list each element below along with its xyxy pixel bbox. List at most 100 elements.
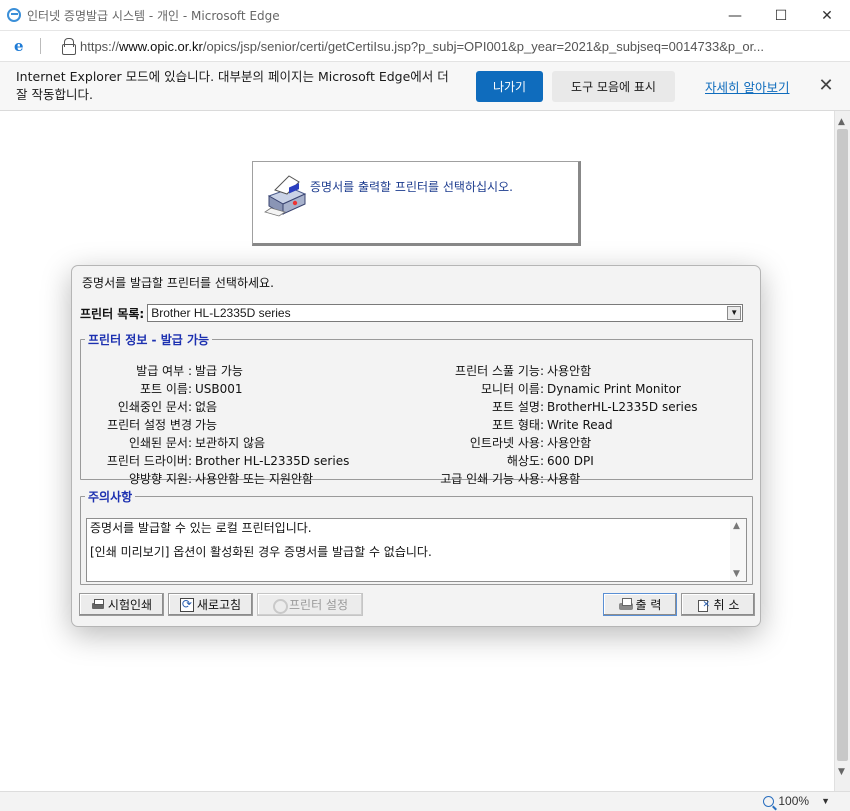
- lock-icon[interactable]: [61, 38, 76, 55]
- page-scrollbar[interactable]: ▲ ▼: [834, 111, 850, 791]
- ie-mode-icon[interactable]: e: [14, 38, 30, 54]
- info-key: 포트 설명:: [491, 400, 544, 414]
- cancel-icon: [697, 598, 711, 612]
- caution-line: 증명서를 발급할 수 있는 로컬 프린터입니다.: [90, 521, 312, 535]
- info-row: 인쇄중인 문서: 없음: [83, 398, 349, 416]
- info-row: 발급 여부 : 발급 가능: [83, 362, 349, 380]
- infobar-message: Internet Explorer 모드에 있습니다. 대부분의 페이지는 Mi…: [16, 69, 449, 102]
- test-print-label: 시험인쇄: [107, 598, 153, 612]
- maximize-button[interactable]: ☐: [758, 0, 804, 31]
- notice-text: 증명서를 출력할 프린터를 선택하십시오.: [310, 180, 513, 194]
- printer-select-notice: 증명서를 출력할 프린터를 선택하십시오.: [252, 161, 581, 246]
- info-row: 인쇄된 문서: 보관하지 않음: [83, 434, 349, 452]
- info-value: 가능: [195, 418, 218, 432]
- printer-icon: [264, 175, 307, 217]
- info-value: 발급 가능: [195, 364, 243, 378]
- info-row: 프린터 설정 변경 가능: [83, 416, 349, 434]
- info-key: 고급 인쇄 기능 사용:: [440, 472, 544, 486]
- printer-select-dialog: 증명서를 발급할 프린터를 선택하세요. 프린터 목록: Brother HL-…: [71, 265, 761, 627]
- scroll-up-icon[interactable]: ▲: [733, 521, 740, 531]
- zoom-control[interactable]: 100% ▼: [763, 794, 830, 808]
- info-key: 포트 이름:: [139, 382, 192, 396]
- test-print-button[interactable]: 시험인쇄: [79, 593, 164, 616]
- info-value: Dynamic Print Monitor: [547, 382, 681, 396]
- refresh-icon: [179, 597, 194, 612]
- printer-info-legend: 프린터 정보 - 발급 가능: [88, 333, 210, 347]
- minimize-button[interactable]: —: [712, 0, 758, 31]
- printer-list-label: 프린터 목록:: [80, 306, 145, 321]
- caution-group: 주의사항 증명서를 발급할 수 있는 로컬 프린터입니다. [인쇄 미리보기] …: [80, 488, 753, 585]
- output-button[interactable]: 출 력: [603, 593, 677, 616]
- info-value: 없음: [195, 400, 218, 414]
- info-value: 사용안함: [547, 364, 592, 378]
- refresh-button[interactable]: 새로고침: [168, 593, 253, 616]
- info-key: 프린터 설정 변경: [107, 418, 192, 432]
- leave-ie-mode-button[interactable]: 나가기: [476, 71, 543, 102]
- info-key: 포트 형태:: [491, 418, 544, 432]
- caution-legend: 주의사항: [88, 490, 133, 504]
- settings-icon: [272, 598, 288, 614]
- info-row: 양방향 지원: 사용안함 또는 지원안함: [83, 470, 349, 488]
- info-key: 인쇄된 문서:: [128, 436, 192, 450]
- url-scheme: https://: [80, 38, 120, 54]
- info-key: 발급 여부 :: [136, 364, 192, 378]
- zoom-icon: [763, 795, 775, 807]
- printer-select-dropdown[interactable]: Brother HL-L2335D series ▼: [147, 304, 744, 322]
- info-row: 포트 설명: BrotherHL-L2335D series: [421, 398, 698, 416]
- url-host: www.opic.or.kr: [119, 38, 203, 54]
- info-row: 포트 이름: USB001: [83, 380, 349, 398]
- printer-setup-button[interactable]: 프린터 설정: [257, 593, 363, 616]
- info-row: 프린터 스풀 기능: 사용안함: [421, 362, 698, 380]
- status-bar: 100% ▼: [0, 791, 850, 811]
- info-value: Brother HL-L2335D series: [195, 454, 350, 468]
- window-title: 인터넷 증명발급 시스템 - 개인 - Microsoft Edge: [27, 8, 280, 23]
- info-row: 고급 인쇄 기능 사용: 사용함: [421, 470, 698, 488]
- info-value: 사용함: [547, 472, 581, 486]
- printer-list-row: 프린터 목록: Brother HL-L2335D series ▼: [80, 304, 744, 322]
- scrollbar-thumb[interactable]: [837, 129, 848, 761]
- ie-mode-infobar: Internet Explorer 모드에 있습니다. 대부분의 페이지는 Mi…: [0, 61, 850, 111]
- info-value: Write Read: [547, 418, 613, 432]
- info-value: 600 DPI: [547, 454, 594, 468]
- info-value: USB001: [195, 382, 243, 396]
- info-key: 프린터 드라이버:: [106, 454, 192, 468]
- caution-textarea[interactable]: 증명서를 발급할 수 있는 로컬 프린터입니다. [인쇄 미리보기] 옵션이 활…: [86, 518, 747, 582]
- chevron-down-icon[interactable]: ▼: [821, 796, 830, 806]
- printer-info-group: 프린터 정보 - 발급 가능 발급 여부 : 발급 가능 포트 이름: USB001…: [80, 331, 753, 486]
- info-key: 인트라넷 사용:: [469, 436, 544, 450]
- caution-line: [인쇄 미리보기] 옵션이 활성화된 경우 증명서를 발급할 수 없습니다.: [90, 545, 432, 559]
- printer-setup-label: 프린터 설정: [288, 598, 348, 612]
- url-path: /opics/jsp/senior/certi/getCertiIsu.jsp?…: [202, 38, 765, 54]
- learn-more-link[interactable]: 자세히 알아보기: [705, 77, 789, 96]
- printer-small-icon: [91, 598, 105, 612]
- url-text[interactable]: https://www.opic.or.kr/opics/jsp/senior/…: [80, 39, 820, 54]
- show-in-toolbar-button[interactable]: 도구 모음에 표시: [552, 71, 675, 102]
- refresh-label: 새로고침: [196, 598, 242, 612]
- info-row: 모니터 이름: Dynamic Print Monitor: [421, 380, 698, 398]
- output-printer-icon: [618, 597, 633, 612]
- page-content: 증명서를 출력할 프린터를 선택하십시오. 증명서를 발급할 프린터를 선택하세…: [0, 111, 834, 791]
- caution-scrollbar[interactable]: ▲ ▼: [730, 519, 746, 581]
- info-key: 양방향 지원:: [128, 472, 192, 486]
- info-key: 프린터 스풀 기능:: [455, 364, 544, 378]
- printer-info-left: 발급 여부 : 발급 가능 포트 이름: USB001 인쇄중인 문서: 없음 프린터…: [83, 362, 349, 488]
- scroll-down-icon[interactable]: ▼: [838, 767, 845, 777]
- info-value: 보관하지 않음: [195, 436, 266, 450]
- cancel-label: 취 소: [713, 598, 740, 612]
- info-row: 인트라넷 사용: 사용안함: [421, 434, 698, 452]
- printer-info-right: 프린터 스풀 기능: 사용안함 모니터 이름: Dynamic Print Moni…: [421, 362, 698, 488]
- info-row: 해상도: 600 DPI: [421, 452, 698, 470]
- edge-app-icon: [7, 8, 21, 22]
- info-key: 해상도:: [506, 454, 544, 468]
- cancel-button[interactable]: 취 소: [681, 593, 755, 616]
- close-window-button[interactable]: ✕: [804, 0, 850, 31]
- info-value: 사용안함 또는 지원안함: [195, 472, 314, 486]
- scroll-down-icon[interactable]: ▼: [733, 569, 740, 579]
- close-icon[interactable]: ✕: [815, 75, 837, 97]
- scroll-up-icon[interactable]: ▲: [838, 117, 845, 127]
- address-separator: [40, 38, 41, 54]
- zoom-level: 100%: [778, 794, 810, 808]
- chevron-down-icon[interactable]: ▼: [727, 306, 742, 320]
- window-titlebar: 인터넷 증명발급 시스템 - 개인 - Microsoft Edge — ☐ ✕: [0, 0, 850, 31]
- info-key: 인쇄중인 문서:: [117, 400, 192, 414]
